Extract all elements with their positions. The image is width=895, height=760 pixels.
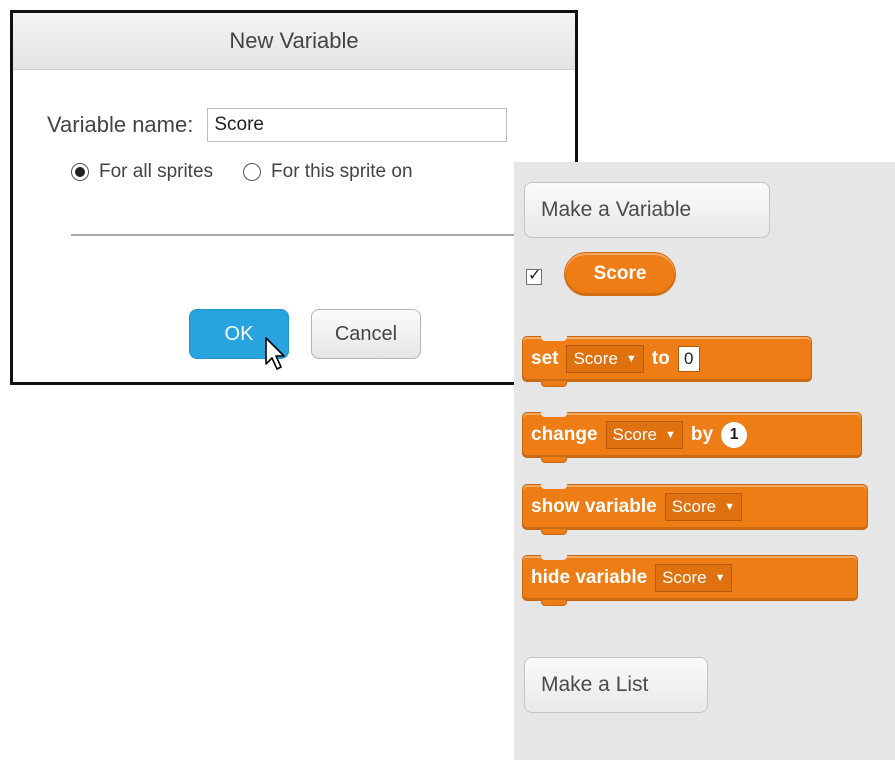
- dropdown-arrow-icon: ▼: [724, 501, 735, 513]
- radio-for-this-sprite-label: For this sprite on: [271, 161, 413, 182]
- block-keyword: change: [531, 424, 598, 445]
- radio-for-all-sprites-label: For all sprites: [99, 161, 214, 182]
- block-keyword: hide variable: [531, 567, 648, 588]
- dialog-title: New Variable: [13, 13, 575, 70]
- variable-dropdown[interactable]: Score ▼: [566, 345, 644, 373]
- block-keyword: set: [531, 348, 559, 369]
- value-input[interactable]: 0: [677, 346, 700, 372]
- new-variable-dialog: New Variable Variable name: For all spri…: [10, 10, 578, 385]
- dropdown-arrow-icon: ▼: [664, 429, 676, 441]
- block-keyword: to: [651, 348, 670, 369]
- checkmark-icon: ✓: [528, 265, 542, 284]
- mouse-pointer-icon: [265, 337, 285, 370]
- change-variable-block[interactable]: change Score ▼ by 1: [522, 412, 862, 463]
- dropdown-arrow-icon: ▼: [714, 572, 726, 584]
- block-keyword: show variable: [531, 496, 657, 517]
- block-keyword: by: [690, 424, 714, 445]
- make-a-variable-button[interactable]: Make a Variable: [524, 182, 770, 238]
- radio-for-all-sprites[interactable]: For all sprites: [71, 161, 213, 183]
- set-variable-block[interactable]: set Score ▼ to 0: [522, 336, 812, 387]
- radio-selected-icon[interactable]: [71, 163, 89, 181]
- variable-dropdown[interactable]: Score ▼: [655, 564, 733, 592]
- scope-radio-group: For all sprites For this sprite on: [71, 161, 443, 183]
- score-variable-reporter[interactable]: Score: [564, 252, 676, 296]
- variable-dropdown[interactable]: Score ▼: [664, 493, 742, 521]
- radio-for-this-sprite[interactable]: For this sprite on: [243, 161, 413, 183]
- hide-variable-block[interactable]: hide variable Score ▼: [522, 555, 858, 606]
- radio-unselected-icon[interactable]: [243, 163, 262, 181]
- dropdown-arrow-icon: ▼: [625, 353, 637, 365]
- show-variable-block[interactable]: show variable Score ▼: [522, 484, 868, 535]
- variable-visibility-checkbox[interactable]: ✓: [526, 265, 542, 285]
- variable-name-row: Variable name:: [47, 108, 508, 142]
- cancel-button[interactable]: Cancel: [311, 309, 421, 359]
- dialog-divider: [71, 234, 531, 236]
- variable-dropdown[interactable]: Score ▼: [605, 421, 683, 449]
- make-a-list-button[interactable]: Make a List: [524, 657, 708, 713]
- variables-palette: Make a Variable ✓ Score set Score ▼ to 0 …: [514, 162, 895, 760]
- variable-name-label: Variable name:: [47, 112, 194, 137]
- variable-name-input[interactable]: [207, 108, 508, 142]
- value-input[interactable]: 1: [721, 422, 748, 448]
